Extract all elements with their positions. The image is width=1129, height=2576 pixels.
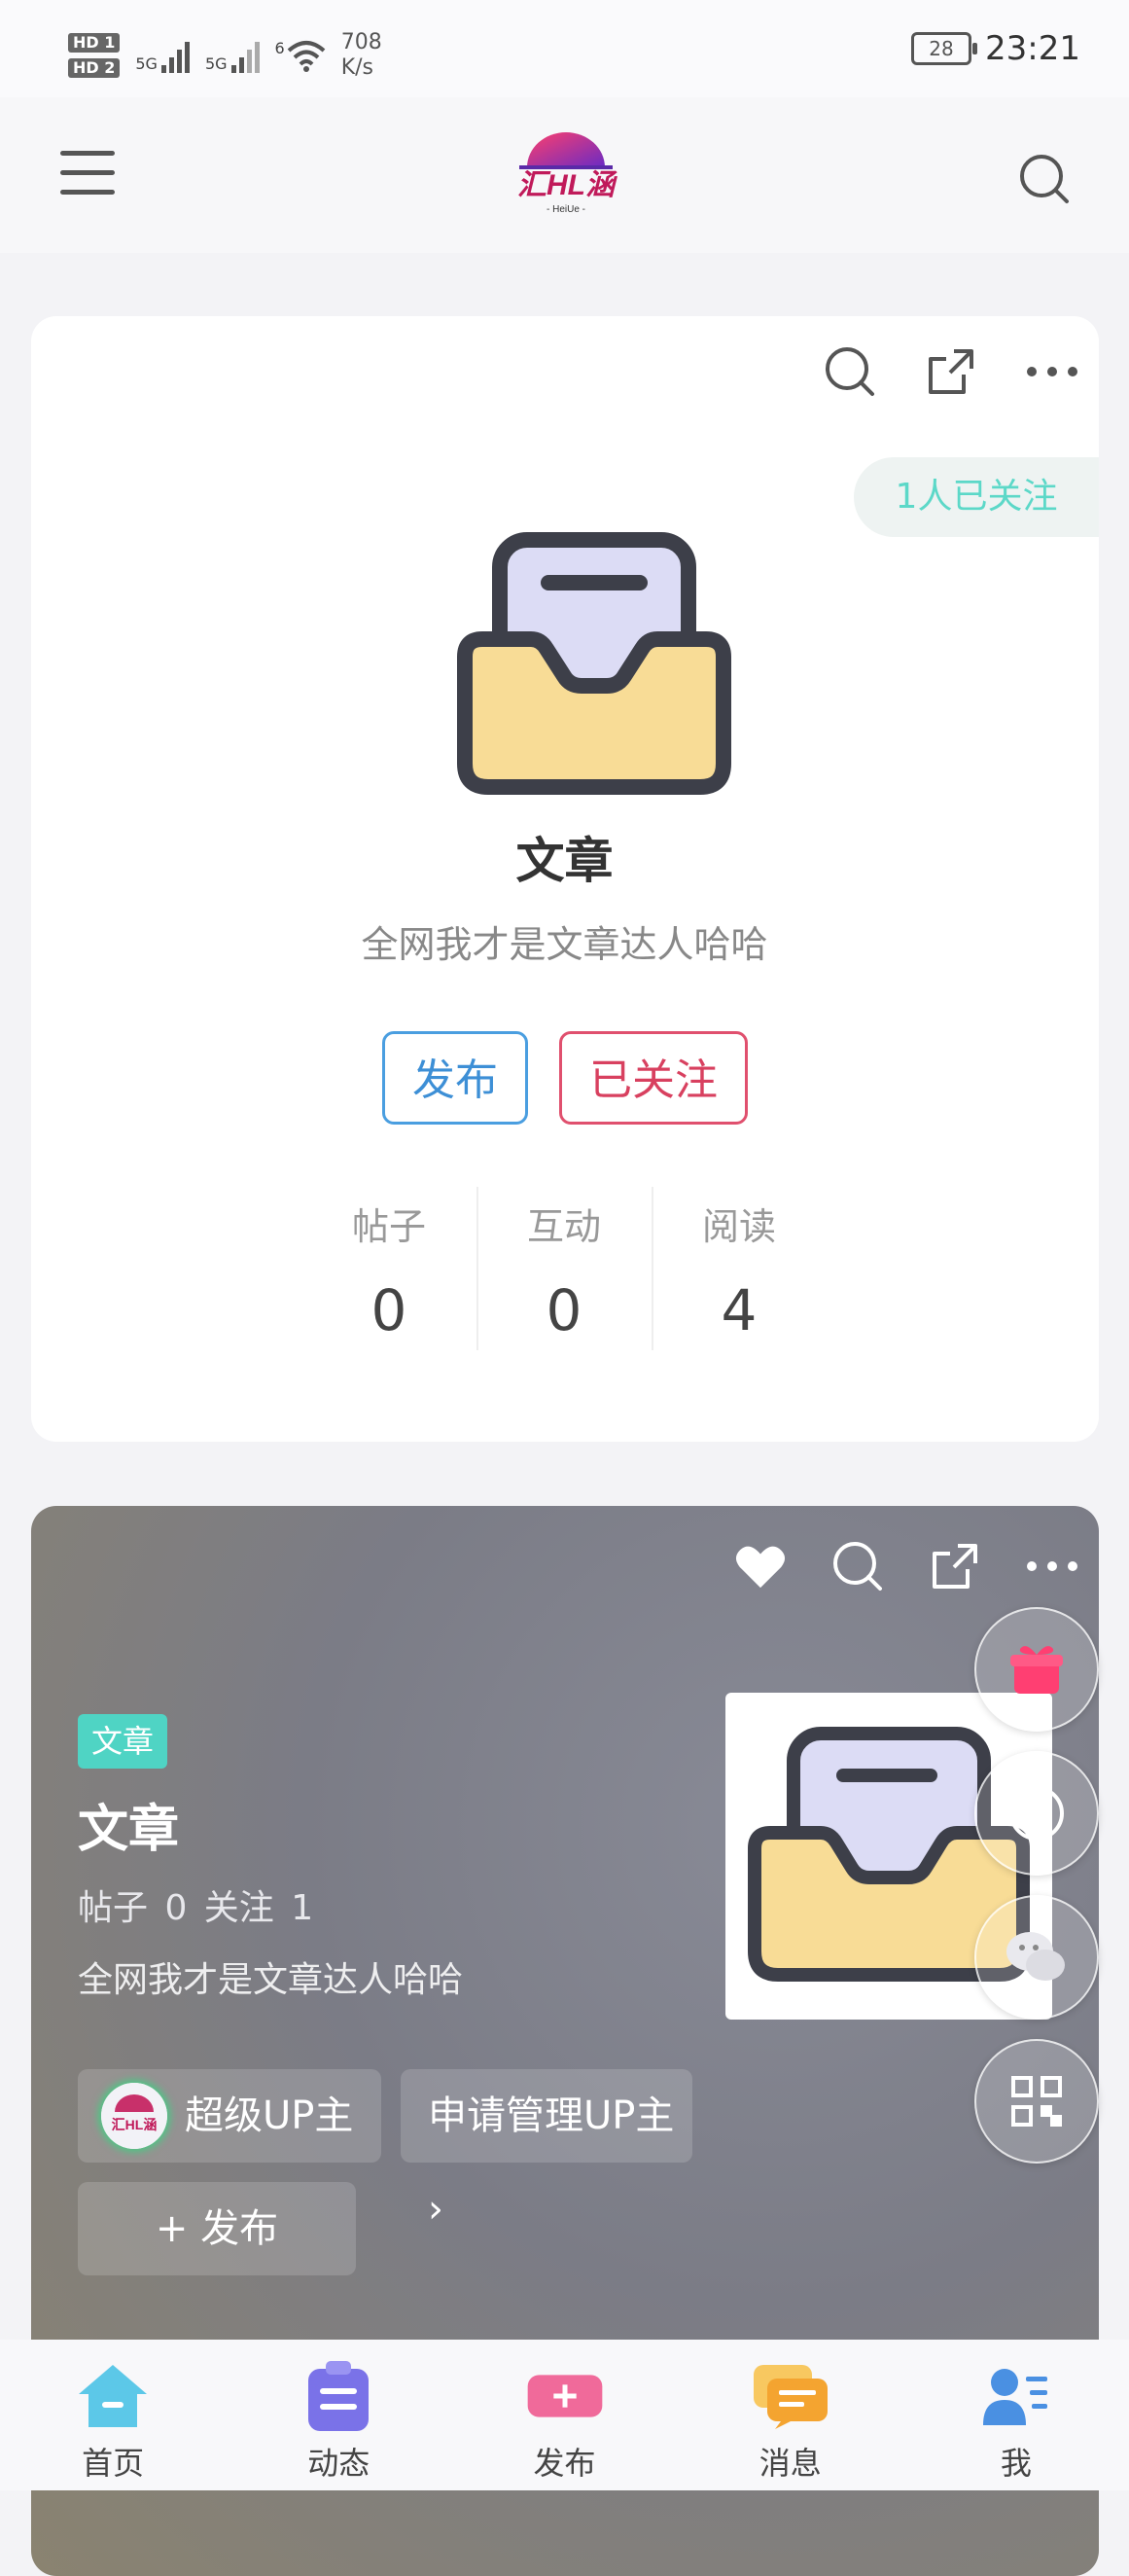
category-tag: 文章: [78, 1714, 167, 1769]
battery-icon: 28: [911, 32, 978, 65]
more-icon[interactable]: [1026, 345, 1078, 398]
topic-card-actions: [824, 345, 1078, 398]
svg-text:汇HL涵: 汇HL涵: [517, 169, 617, 201]
app-logo: 汇HL涵 - HeiUe -: [506, 125, 626, 218]
qrcode-icon[interactable]: [974, 2039, 1099, 2164]
add-circle-icon[interactable]: [974, 1751, 1099, 1876]
sim1-badge: HD 1: [68, 33, 121, 53]
home-icon: [74, 2359, 152, 2433]
share-icon[interactable]: [929, 1540, 981, 1592]
stat-value: 0: [546, 1277, 582, 1343]
wifi-type: 6: [274, 39, 285, 57]
clipboard-icon: [300, 2359, 377, 2433]
detail-description: 全网我才是文章达人哈哈: [78, 1960, 464, 2000]
topic-description: 全网我才是文章达人哈哈: [361, 923, 768, 966]
gift-icon[interactable]: [974, 1607, 1099, 1732]
plus-icon: [526, 2359, 604, 2433]
speed-value: 708: [340, 30, 382, 54]
tab-messages[interactable]: 消息: [678, 2340, 903, 2490]
publish-button[interactable]: 发布: [382, 1031, 528, 1125]
network-speed: 708 K/s: [341, 30, 382, 81]
search-icon[interactable]: [824, 345, 876, 398]
sim-indicators: HD 1 HD 2: [68, 33, 121, 78]
topic-stats: 帖子 0 互动 0 阅读 4: [301, 1187, 827, 1352]
apply-manager-button[interactable]: 申请管理UP主 ›: [401, 2069, 692, 2232]
speed-unit: K/s: [340, 55, 374, 80]
menu-icon[interactable]: [60, 151, 115, 197]
user-profile-icon: [977, 2359, 1055, 2433]
bottom-tab-bar: 首页 动态 发布 消息 我: [0, 2340, 1129, 2490]
tab-publish[interactable]: 发布: [451, 2340, 677, 2490]
sim2-badge: HD 2: [68, 58, 121, 78]
status-right: 28 23:21: [911, 29, 1080, 68]
wifi-icon: [287, 41, 326, 72]
tab-me[interactable]: 我: [903, 2340, 1129, 2490]
signal-bars-icon: [230, 38, 260, 73]
stat-label: 阅读: [701, 1205, 776, 1248]
tab-label: 消息: [759, 2445, 822, 2482]
wechat-icon[interactable]: [974, 1895, 1099, 2020]
topic-title: 文章: [515, 833, 614, 889]
tab-label: 我: [1000, 2445, 1032, 2482]
follow-count-badge: 1人已关注: [854, 457, 1099, 537]
logo-image: 汇HL涵 - HeiUe -: [517, 132, 617, 215]
signal-2: 5G: [205, 38, 260, 73]
stat-value: 4: [721, 1277, 758, 1343]
clock: 23:21: [985, 29, 1080, 68]
heart-icon[interactable]: [734, 1540, 787, 1592]
net-type-1: 5G: [135, 54, 158, 73]
svg-text:汇HL涵: 汇HL涵: [112, 2117, 158, 2132]
detail-title: 文章: [78, 1801, 180, 1859]
search-icon[interactable]: [1016, 151, 1073, 207]
signal-1: 5G: [135, 38, 190, 73]
detail-stats: 帖子 0 关注 1: [78, 1888, 314, 1928]
avatar: 汇HL涵: [101, 2083, 167, 2149]
stat-label: 互动: [526, 1205, 601, 1248]
net-type-2: 5G: [204, 54, 228, 73]
signal-bars-icon: [160, 38, 190, 73]
tab-home[interactable]: 首页: [0, 2340, 226, 2490]
search-icon[interactable]: [831, 1540, 884, 1592]
share-icon[interactable]: [925, 345, 977, 398]
stat-reads: 阅读 4: [652, 1187, 827, 1352]
wifi-indicator: 6: [275, 39, 326, 72]
tab-label: 动态: [307, 2445, 370, 2482]
followed-button[interactable]: 已关注: [559, 1031, 748, 1125]
stat-posts: 帖子 0: [301, 1187, 476, 1352]
message-icon: [752, 2359, 829, 2433]
tab-label: 首页: [82, 2445, 145, 2482]
svg-text:- HeiUe -: - HeiUe -: [547, 204, 585, 215]
tab-feed[interactable]: 动态: [226, 2340, 451, 2490]
tab-label: 发布: [533, 2445, 596, 2482]
inbox-icon: [453, 530, 735, 812]
more-icon[interactable]: [1026, 1540, 1078, 1592]
detail-card-actions: [734, 1540, 1078, 1592]
stat-interactions: 互动 0: [476, 1187, 652, 1352]
publish-button[interactable]: + 发布: [78, 2182, 356, 2275]
stat-label: 帖子: [351, 1205, 426, 1248]
stat-value: 0: [370, 1277, 407, 1343]
status-left: HD 1 HD 2 5G 5G 6 708 K/s: [68, 21, 382, 89]
